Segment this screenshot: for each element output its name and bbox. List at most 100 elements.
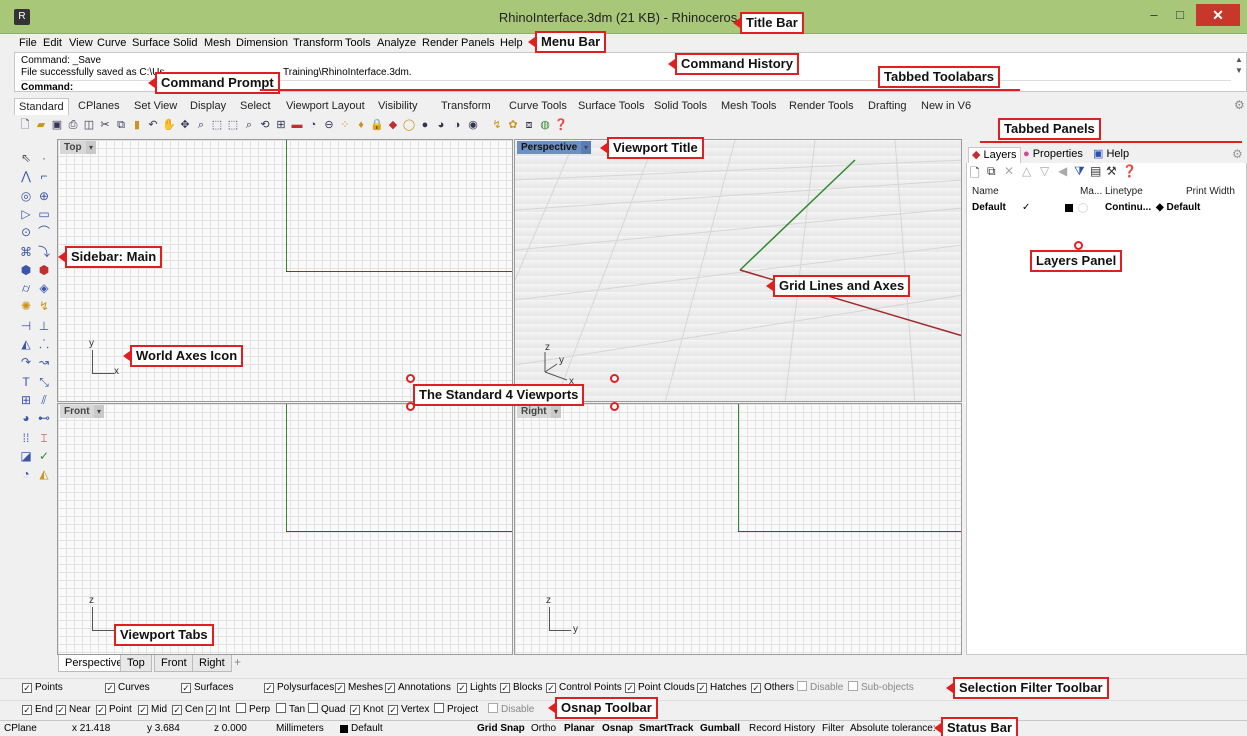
viewport-perspective[interactable]: Perspective ▾ z y x	[514, 139, 962, 402]
osnap-quad[interactable]: Quad	[308, 703, 345, 717]
tab-solid-tools[interactable]: Solid Tools	[650, 98, 711, 115]
tab-new-in-v6[interactable]: New in V6	[917, 98, 975, 115]
help-icon[interactable]: ❓	[554, 118, 568, 132]
scroll-up-icon[interactable]: ▲	[1235, 55, 1243, 64]
checkbox[interactable]	[388, 705, 398, 715]
zoom-window-icon[interactable]: ⬚	[210, 118, 224, 132]
new-layer-icon[interactable]: 🗋	[970, 164, 980, 185]
rendered-icon[interactable]: ◕	[434, 118, 448, 132]
status-layer[interactable]: Default	[351, 722, 383, 736]
layer-current-check[interactable]: ✓	[1022, 202, 1030, 213]
filter-others[interactable]: Others	[751, 681, 794, 695]
fillet-icon[interactable]: ⤵	[36, 244, 52, 260]
align-icon[interactable]: ⊥	[36, 318, 52, 334]
filter-meshes[interactable]: Meshes	[335, 681, 383, 695]
curve-tools-icon[interactable]: ⌘	[18, 244, 34, 260]
analyze-icon[interactable]: ◕	[18, 410, 34, 426]
pan-icon[interactable]: ✋	[162, 118, 176, 132]
named-view-icon[interactable]: ⧈	[522, 118, 536, 132]
ghosted-icon[interactable]: ◑	[450, 118, 464, 132]
osnap-cen[interactable]: Cen	[172, 703, 203, 717]
light-icon[interactable]: ♦	[354, 118, 368, 132]
checkbox[interactable]	[546, 683, 556, 693]
checkbox[interactable]	[488, 703, 498, 713]
extend-icon[interactable]: ↝	[36, 354, 52, 370]
viewport-title-right[interactable]: Right	[517, 405, 551, 418]
viewport-tab-right[interactable]: Right	[192, 655, 232, 672]
checkbox[interactable]	[138, 705, 148, 715]
transform-icon[interactable]: ◪	[18, 448, 34, 464]
checkbox[interactable]	[172, 705, 182, 715]
save-icon[interactable]: ▣	[50, 118, 64, 132]
status-units[interactable]: Millimeters	[276, 722, 324, 736]
rectangle-icon[interactable]: ▭	[36, 206, 52, 222]
osnap-project[interactable]: Project	[434, 703, 478, 717]
delete-layer-icon[interactable]: ✕	[1004, 164, 1014, 178]
print-icon[interactable]: ⎙	[66, 118, 80, 132]
osnap-perp[interactable]: Perp	[236, 703, 270, 717]
filter-curves[interactable]: Curves	[105, 681, 150, 695]
split-icon[interactable]: ◭	[18, 336, 34, 352]
viewport-right[interactable]: Right ▾ z y	[514, 403, 962, 655]
scroll-down-icon[interactable]: ▼	[1235, 66, 1243, 75]
circle-icon[interactable]: ◎	[18, 188, 34, 204]
render-icon[interactable]: ◉	[466, 118, 480, 132]
viewport-tab-top[interactable]: Top	[120, 655, 152, 672]
tab-surface-tools[interactable]: Surface Tools	[574, 98, 648, 115]
checkbox[interactable]	[181, 683, 191, 693]
checkbox[interactable]	[625, 683, 635, 693]
status-record-history[interactable]: Record History	[749, 722, 815, 736]
maximize-button[interactable]: □	[1166, 6, 1194, 26]
menu-view[interactable]: View	[66, 34, 96, 52]
viewport-tab-perspective[interactable]: Perspective	[58, 655, 130, 672]
osnap-point[interactable]: Point	[96, 703, 132, 717]
filter-polysurfaces[interactable]: Polysurfaces	[264, 681, 334, 695]
filter-blocks[interactable]: Blocks	[500, 681, 542, 695]
zoom-selected-icon[interactable]: ⌕	[242, 118, 256, 132]
gear-icon[interactable]: ⚙	[1232, 147, 1243, 161]
new-sublayer-icon[interactable]: ⧉	[987, 164, 996, 179]
panel-tab-properties[interactable]: ● Properties	[1020, 147, 1086, 163]
viewport-top[interactable]: Top ▾ y x	[57, 139, 513, 402]
add-viewport-icon[interactable]: +	[234, 655, 241, 669]
checkbox[interactable]	[22, 683, 32, 693]
copy-icon[interactable]: ⧉	[114, 118, 128, 132]
status-smarttrack[interactable]: SmartTrack	[639, 722, 693, 736]
status-filter[interactable]: Filter	[822, 722, 844, 736]
open-folder-icon[interactable]: ▰	[34, 118, 48, 132]
render-tools-icon[interactable]: ◔	[18, 466, 34, 482]
layer-linetype[interactable]: Continu...	[1105, 202, 1151, 213]
lock-icon[interactable]: 🔒	[370, 118, 384, 132]
help-icon[interactable]: ❓	[1122, 164, 1137, 178]
move-up-icon[interactable]: △	[1022, 164, 1031, 178]
tools-icon[interactable]: ⚒	[1106, 164, 1117, 178]
mesh-icon[interactable]: ✺	[18, 298, 34, 314]
status-ortho[interactable]: Ortho	[531, 722, 556, 736]
filter-sub-objects[interactable]: Sub-objects	[848, 681, 914, 695]
checkbox[interactable]	[264, 683, 274, 693]
layers-header-name[interactable]: Name	[972, 186, 999, 197]
tab-set-view[interactable]: Set View	[130, 98, 181, 115]
osnap-knot[interactable]: Knot	[350, 703, 384, 717]
close-button[interactable]: ✕	[1196, 4, 1240, 26]
filter-points[interactable]: Points	[22, 681, 63, 695]
filter-annotations[interactable]: Annotations	[385, 681, 451, 695]
layer-color-swatch[interactable]	[1065, 204, 1073, 212]
layers-header-print-width[interactable]: Print Width	[1186, 186, 1235, 197]
viewport-front[interactable]: Front ▾ z	[57, 403, 513, 655]
points-icon[interactable]: ⁘	[338, 118, 352, 132]
tab-cplanes[interactable]: CPlanes	[74, 98, 124, 115]
grid-icon[interactable]: ⁞⁞	[18, 430, 34, 446]
tab-drafting[interactable]: Drafting	[864, 98, 911, 115]
viewport-title-front[interactable]: Front	[60, 405, 94, 418]
checkbox[interactable]	[105, 683, 115, 693]
menu-curve[interactable]: Curve	[94, 34, 129, 52]
checkbox[interactable]	[335, 683, 345, 693]
checkbox[interactable]	[276, 703, 286, 713]
text-icon[interactable]: T	[18, 374, 34, 390]
status-gumball[interactable]: Gumball	[700, 722, 740, 736]
chevron-down-icon[interactable]: ▾	[581, 141, 591, 154]
checkbox[interactable]	[56, 705, 66, 715]
four-view-icon[interactable]: ⊞	[274, 118, 288, 132]
import-icon[interactable]: ◫	[82, 118, 96, 132]
